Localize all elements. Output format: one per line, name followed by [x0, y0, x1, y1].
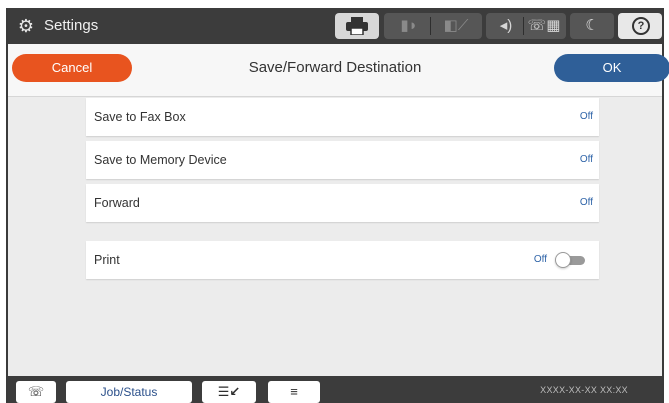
printer-status-button[interactable]: [335, 13, 379, 39]
volume-icon: ◂): [499, 17, 513, 34]
sleep-button[interactable]: ☾: [570, 13, 614, 39]
item-label: Save to Fax Box: [94, 110, 186, 124]
wifi-icon: ▮◗: [400, 17, 418, 34]
bottom-bar: ☏ Job/Status ☰↙ ≡ XXXX-XX-XX XX:XX: [8, 376, 662, 403]
help-button[interactable]: ?: [618, 13, 662, 39]
fax-dial-button[interactable]: ☏: [16, 381, 56, 403]
moon-icon: ☾: [585, 17, 599, 34]
help-icon: ?: [632, 17, 650, 35]
network-status-button[interactable]: ▮◗ ◧⟋: [384, 13, 482, 39]
print-toggle[interactable]: [555, 252, 585, 268]
wifi-direct-icon: ◧⟋: [443, 17, 469, 34]
sound-fax-status-button[interactable]: ◂) ☏▦: [486, 13, 566, 39]
list-arrow-icon: ☰↙: [217, 384, 241, 399]
fax-icon: ☏▦: [527, 17, 561, 34]
item-value: Off: [533, 254, 547, 265]
list-item-forward[interactable]: Forward Off: [86, 184, 599, 222]
separator: [523, 17, 524, 35]
date-time: XXXX-XX-XX XX:XX: [540, 385, 628, 395]
top-status-bar: ⚙ Settings ▮◗ ◧⟋ ◂) ☏▦ ☾ ?: [8, 8, 662, 44]
list-item-print[interactable]: Print Off: [86, 241, 599, 279]
printer-panel-screen: ⚙ Settings ▮◗ ◧⟋ ◂) ☏▦ ☾ ? Cancel Save/F…: [6, 8, 669, 403]
fax-log-button[interactable]: ☰↙: [202, 381, 256, 403]
item-label: Save to Memory Device: [94, 153, 227, 167]
separator: [430, 17, 431, 35]
double-line-icon: ≡: [290, 384, 298, 399]
item-value: Off: [579, 154, 593, 165]
list-item-save-to-memory-device[interactable]: Save to Memory Device Off: [86, 141, 599, 179]
gear-icon: ⚙: [17, 16, 35, 36]
item-label: Forward: [94, 196, 140, 210]
item-value: Off: [579, 197, 593, 208]
settings-title: Settings: [44, 17, 99, 34]
item-label: Print: [94, 253, 120, 267]
job-status-button[interactable]: Job/Status: [66, 381, 192, 403]
list-item-save-to-fax-box[interactable]: Save to Fax Box Off: [86, 98, 599, 136]
phone-arrow-icon: ☏: [27, 384, 45, 399]
header-bar: Cancel Save/Forward Destination OK: [8, 44, 669, 97]
printer-icon: [346, 17, 368, 36]
item-value: Off: [579, 111, 593, 122]
toggle-knob: [555, 252, 571, 268]
ok-button[interactable]: OK: [554, 54, 669, 82]
stop-button[interactable]: ≡: [268, 381, 320, 403]
